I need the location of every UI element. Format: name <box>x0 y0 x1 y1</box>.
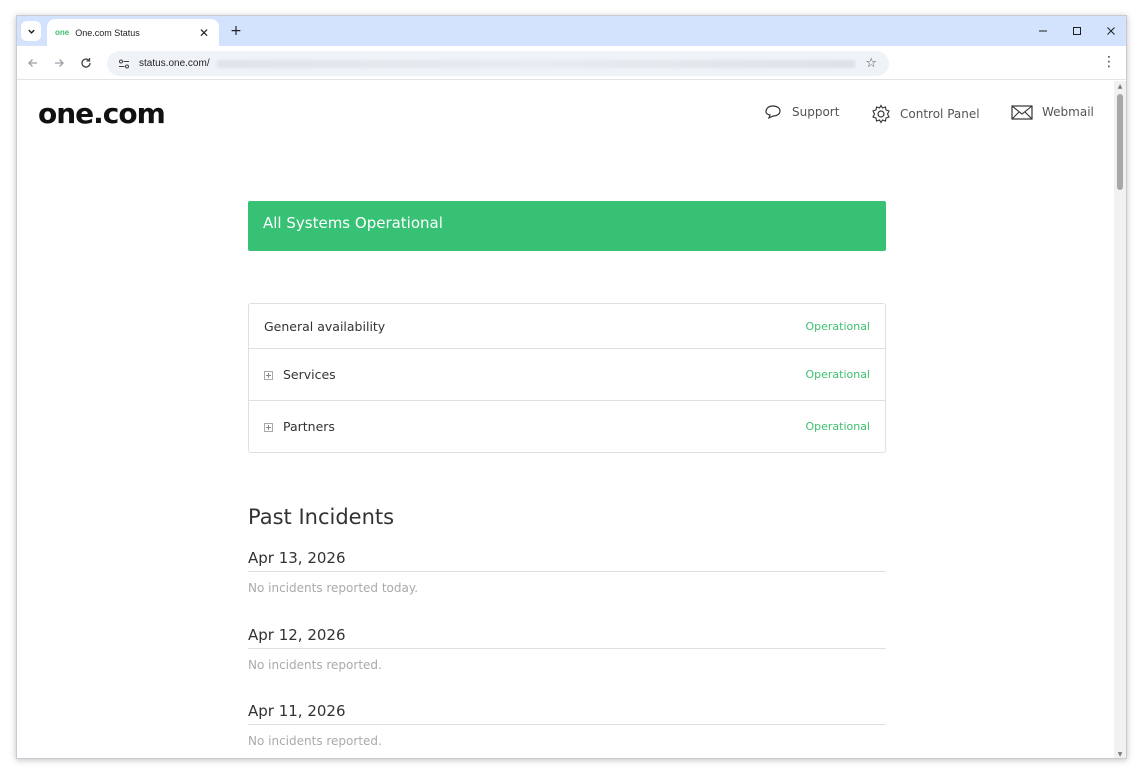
site-logo[interactable]: one.com <box>38 97 166 130</box>
status-banner: All Systems Operational <box>248 201 886 251</box>
tab-active[interactable]: one One.com Status ✕ <box>47 19 219 46</box>
scrollbar-thumb[interactable] <box>1117 94 1123 190</box>
expand-plus-icon[interactable] <box>264 423 273 432</box>
browser-window: one One.com Status ✕ + status.one.com/ ☆… <box>16 15 1127 759</box>
browser-toolbar: status.one.com/ ☆ ⋮ <box>17 46 1126 80</box>
control-panel-label: Control Panel <box>900 107 980 121</box>
component-status: Operational <box>805 368 870 381</box>
address-bar[interactable]: status.one.com/ ☆ <box>107 51 889 76</box>
gear-icon <box>872 104 890 124</box>
tab-search-button[interactable] <box>21 21 41 41</box>
incident-date: Apr 11, 2026 <box>248 702 886 725</box>
incident-day: Apr 13, 2026 No incidents reported today… <box>248 549 886 595</box>
expand-plus-icon[interactable] <box>264 371 273 380</box>
component-name: Partners <box>282 419 335 434</box>
tab-favicon: one <box>55 28 70 37</box>
minimize-icon[interactable] <box>1033 22 1053 40</box>
reload-icon[interactable] <box>76 53 96 73</box>
incident-message: No incidents reported. <box>248 658 382 672</box>
envelope-icon <box>1011 105 1033 120</box>
component-row-partners[interactable]: Partners Operational <box>249 401 885 452</box>
back-icon[interactable] <box>23 53 43 73</box>
component-row-general: General availability Operational <box>249 304 885 349</box>
support-label: Support <box>792 105 840 119</box>
incident-message: No incidents reported. <box>248 734 382 748</box>
browser-menu-icon[interactable]: ⋮ <box>1102 54 1116 70</box>
chevron-down-icon <box>27 29 35 34</box>
component-status: Operational <box>805 319 870 333</box>
site-info-icon[interactable] <box>117 57 131 71</box>
incident-date: Apr 13, 2026 <box>248 549 886 572</box>
forward-icon[interactable] <box>49 53 69 73</box>
component-row-services[interactable]: Services Operational <box>249 349 885 401</box>
tab-title: One.com Status <box>75 27 140 38</box>
incident-message: No incidents reported today. <box>248 581 419 595</box>
page-scrollbar[interactable]: ▲ ▼ <box>1114 81 1126 758</box>
url-redacted <box>215 59 856 68</box>
incident-day: Apr 11, 2026 No incidents reported. <box>248 702 886 748</box>
components-list: General availability Operational Service… <box>248 303 886 453</box>
component-name: Services <box>282 367 336 382</box>
page-content: one.com Support Control Panel Webmail Al… <box>17 81 1115 758</box>
past-incidents-title: Past Incidents <box>248 505 395 529</box>
chat-bubble-icon <box>765 105 781 120</box>
component-status: Operational <box>805 420 870 433</box>
incident-date: Apr 12, 2026 <box>248 626 886 649</box>
webmail-link[interactable]: Webmail <box>1011 104 1094 120</box>
bookmark-star-icon[interactable]: ☆ <box>865 56 877 71</box>
component-name: General availability <box>264 318 386 334</box>
close-tab-icon[interactable]: ✕ <box>197 26 211 40</box>
incident-day: Apr 12, 2026 No incidents reported. <box>248 626 886 672</box>
url-text: status.one.com/ <box>139 58 210 69</box>
support-link[interactable]: Support <box>763 104 839 120</box>
close-window-icon[interactable] <box>1101 22 1121 40</box>
scroll-down-arrow-icon[interactable]: ▼ <box>1116 751 1124 758</box>
maximize-icon[interactable] <box>1067 22 1087 40</box>
tab-strip: one One.com Status ✕ + <box>17 16 1126 46</box>
new-tab-button[interactable]: + <box>227 22 245 40</box>
control-panel-link[interactable]: Control Panel <box>871 104 980 124</box>
webmail-label: Webmail <box>1042 105 1094 119</box>
scroll-up-arrow-icon[interactable]: ▲ <box>1116 83 1124 90</box>
